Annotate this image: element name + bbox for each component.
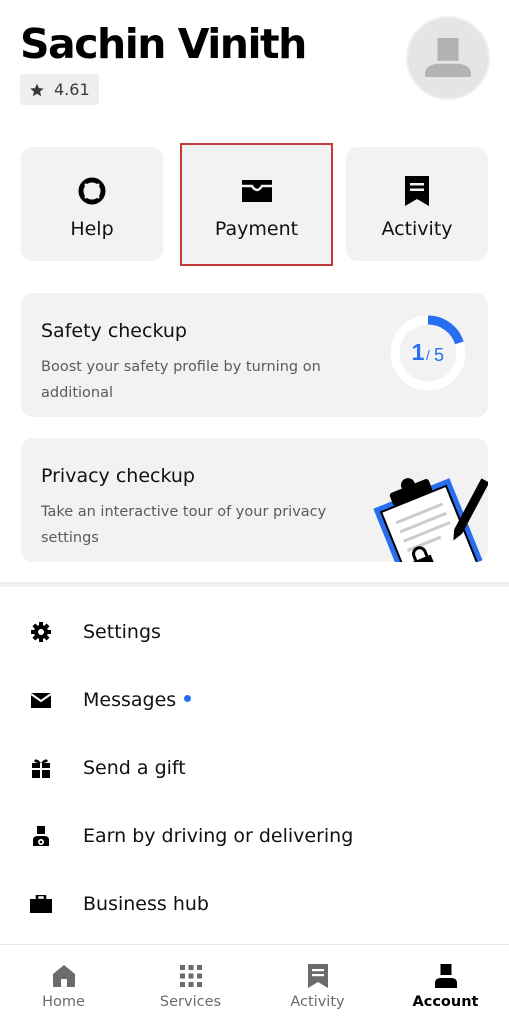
menu-item-messages[interactable]: Messages (0, 666, 509, 734)
progress-current: 1 (412, 339, 425, 365)
menu-item-earn-driving[interactable]: Earn by driving or delivering (0, 802, 509, 870)
home-icon (52, 965, 75, 987)
receipt-icon (307, 964, 328, 988)
activity-label: Activity (381, 218, 453, 240)
progress-total: 5 (434, 345, 444, 365)
help-label: Help (70, 218, 114, 240)
rating-value: 4.61 (54, 80, 90, 99)
menu-item-label: Business hub (83, 893, 209, 915)
gift-icon (32, 759, 50, 778)
bottom-navigation: Home Services Activity Account (0, 944, 509, 1024)
payment-tile[interactable]: Payment (180, 143, 333, 266)
menu-item-send-gift[interactable]: Send a gift (0, 734, 509, 802)
nav-activity[interactable]: Activity (254, 945, 381, 1024)
safety-progress-ring: 1 / 5 (390, 315, 466, 391)
briefcase-icon (30, 895, 52, 913)
profile-header: Sachin Vinith 4.61 (20, 16, 490, 116)
menu-item-label: Settings (83, 621, 161, 643)
grid-icon (179, 965, 202, 987)
wallet-icon (241, 180, 272, 202)
lifebuoy-icon (78, 177, 106, 205)
payment-label: Payment (214, 218, 299, 240)
person-placeholder-icon (408, 18, 488, 98)
safety-checkup-description: Boost your safety profile by turning on … (41, 359, 321, 401)
menu-item-label: Earn by driving or delivering (83, 825, 354, 847)
safety-checkup-card[interactable]: Safety checkup Boost your safety profile… (21, 293, 488, 417)
nav-services[interactable]: Services (127, 945, 254, 1024)
driver-icon (33, 826, 49, 846)
nav-home[interactable]: Home (0, 945, 127, 1024)
menu-item-label: Messages (83, 689, 192, 711)
safety-checkup-title: Safety checkup (41, 320, 187, 342)
help-tile[interactable]: Help (21, 147, 163, 261)
privacy-checkup-title: Privacy checkup (41, 465, 195, 487)
receipt-icon (405, 176, 429, 206)
envelope-icon (31, 692, 51, 708)
person-icon (434, 964, 457, 988)
progress-slash: / (426, 347, 430, 363)
menu-item-label: Send a gift (83, 757, 186, 779)
privacy-checkup-card[interactable]: Privacy checkup Take an interactive tour… (21, 438, 488, 562)
nav-label: Account (412, 994, 479, 1010)
menu-item-business-hub[interactable]: Business hub (0, 870, 509, 938)
nav-label: Services (159, 994, 222, 1010)
rating-badge: 4.61 (20, 74, 99, 105)
gear-icon (31, 622, 51, 642)
clipboard-lock-illustration (373, 478, 488, 562)
nav-label: Home (42, 994, 85, 1010)
activity-tile[interactable]: Activity (346, 147, 488, 261)
section-divider (0, 582, 509, 587)
quick-actions: Help Payment Activity (21, 143, 488, 266)
nav-account[interactable]: Account (382, 945, 509, 1024)
menu-item-settings[interactable]: Settings (0, 598, 509, 666)
privacy-checkup-description: Take an interactive tour of your privacy… (41, 504, 327, 546)
avatar[interactable] (406, 16, 490, 100)
star-icon (30, 83, 44, 96)
nav-label: Activity (290, 994, 345, 1010)
unread-dot (184, 695, 192, 702)
profile-name: Sachin Vinith (20, 20, 307, 68)
